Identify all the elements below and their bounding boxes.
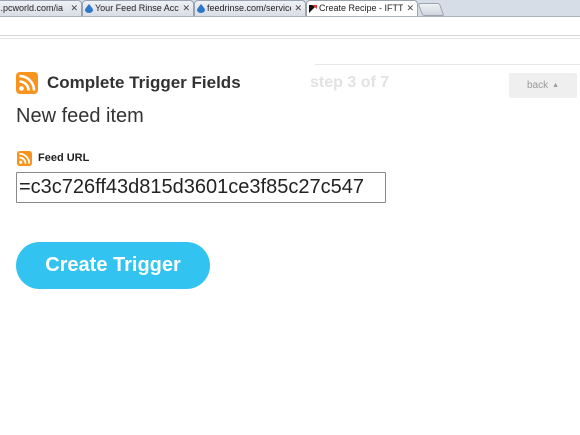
- divider: [0, 38, 580, 39]
- droplet-icon: [197, 4, 205, 13]
- trigger-name: New feed item: [16, 105, 144, 127]
- caret-up-icon: ▲: [552, 82, 560, 89]
- ifttt-icon: [309, 5, 317, 13]
- tab-title: Create Recipe - IFTTT: [319, 3, 403, 13]
- rss-icon: [17, 151, 32, 166]
- create-trigger-button[interactable]: Create Trigger: [16, 242, 210, 289]
- tab-title: :.pcworld.com/ia: [0, 3, 64, 13]
- page-title: Complete Trigger Fields: [47, 73, 241, 92]
- close-icon[interactable]: ✕: [70, 1, 78, 15]
- browser-tab-feedrinse-service[interactable]: feedrinse.com/service ✕: [194, 0, 306, 16]
- rss-icon: [16, 72, 38, 94]
- browser-toolbar: [0, 17, 580, 39]
- browser-tab-feed-rinse-account[interactable]: Your Feed Rinse Acco ✕: [82, 0, 194, 16]
- tab-title: feedrinse.com/service: [207, 3, 291, 13]
- tab-title: Your Feed Rinse Acco: [95, 3, 179, 13]
- new-tab-button[interactable]: [417, 3, 445, 16]
- browser-tab-strip: :.pcworld.com/ia ✕ Your Feed Rinse Acco …: [0, 0, 580, 17]
- browser-tab-create-recipe[interactable]: Create Recipe - IFTTT ✕: [306, 0, 418, 16]
- close-icon[interactable]: ✕: [294, 1, 302, 15]
- close-icon[interactable]: ✕: [182, 1, 190, 15]
- close-icon[interactable]: ✕: [406, 1, 414, 15]
- back-button-label: back: [526, 80, 549, 91]
- droplet-icon: [85, 4, 93, 13]
- feed-url-label: Feed URL: [38, 152, 90, 164]
- feed-url-input[interactable]: [16, 172, 386, 203]
- back-button[interactable]: back ▲: [509, 73, 577, 98]
- step-indicator: step 3 of 7: [310, 74, 390, 91]
- divider: [315, 64, 580, 65]
- browser-tab-pcworld[interactable]: :.pcworld.com/ia ✕: [0, 0, 82, 16]
